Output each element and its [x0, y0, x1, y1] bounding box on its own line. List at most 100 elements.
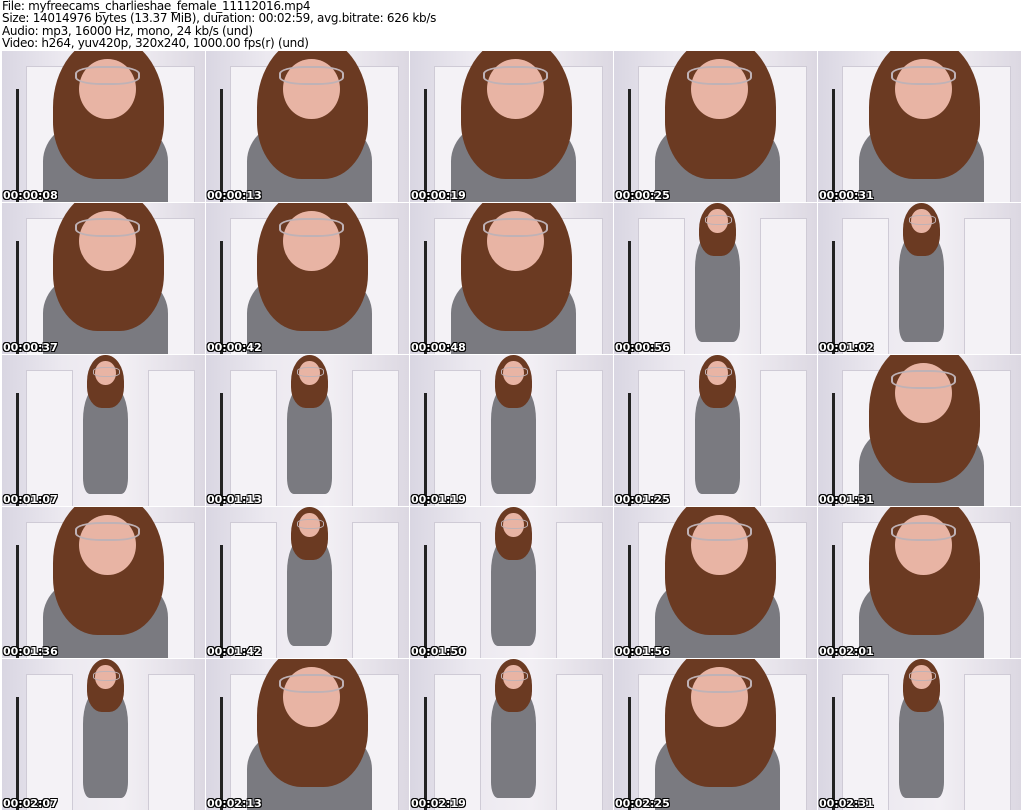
- video-thumbnail: 00:01:50: [410, 507, 613, 658]
- video-thumbnail: 00:00:08: [2, 51, 205, 202]
- timestamp: 00:02:19: [411, 797, 466, 810]
- video-thumbnail: 00:01:13: [206, 355, 409, 506]
- glasses: [75, 218, 140, 238]
- video-thumbnail: 00:00:56: [614, 203, 817, 354]
- timestamp: 00:00:56: [615, 341, 670, 354]
- lamp: [424, 88, 428, 202]
- glasses: [501, 671, 528, 681]
- lamp: [628, 544, 632, 658]
- door: [230, 522, 278, 658]
- video-thumbnail: 00:01:25: [614, 355, 817, 506]
- video-thumbnail: 00:01:42: [206, 507, 409, 658]
- lamp: [220, 240, 224, 354]
- glasses: [705, 367, 732, 377]
- glasses: [297, 519, 324, 529]
- door: [638, 370, 686, 506]
- timestamp: 00:01:13: [207, 493, 262, 506]
- timestamp: 00:02:25: [615, 797, 670, 810]
- timestamp: 00:00:13: [207, 189, 262, 202]
- door: [434, 674, 482, 810]
- door: [760, 370, 807, 506]
- door: [148, 674, 195, 810]
- lamp: [832, 696, 836, 810]
- video-thumbnail: 00:00:42: [206, 203, 409, 354]
- glasses: [279, 674, 344, 694]
- timestamp: 00:00:48: [411, 341, 466, 354]
- timestamp: 00:00:31: [819, 189, 874, 202]
- file-info-header: File: myfreecams_charlieshae_female_1111…: [2, 0, 436, 49]
- lamp: [832, 240, 836, 354]
- door: [964, 218, 1011, 354]
- video-thumbnail: 00:00:19: [410, 51, 613, 202]
- timestamp: 00:00:08: [3, 189, 58, 202]
- timestamp: 00:02:31: [819, 797, 874, 810]
- glasses: [75, 66, 140, 86]
- lamp: [628, 88, 632, 202]
- lamp: [16, 240, 20, 354]
- lamp: [16, 392, 20, 506]
- timestamp: 00:01:07: [3, 493, 58, 506]
- door: [638, 218, 686, 354]
- glasses: [501, 367, 528, 377]
- timestamp: 00:01:50: [411, 645, 466, 658]
- timestamp: 00:00:25: [615, 189, 670, 202]
- lamp: [220, 696, 224, 810]
- lamp: [832, 544, 836, 658]
- video-thumbnail: 00:01:36: [2, 507, 205, 658]
- lamp: [220, 392, 224, 506]
- lamp: [628, 392, 632, 506]
- door: [148, 370, 195, 506]
- glasses: [93, 367, 120, 377]
- video-thumbnail: 00:00:25: [614, 51, 817, 202]
- timestamp: 00:01:19: [411, 493, 466, 506]
- lamp: [16, 88, 20, 202]
- glasses: [891, 522, 956, 542]
- lamp: [424, 696, 428, 810]
- timestamp: 00:01:36: [3, 645, 58, 658]
- video-thumbnail: 00:00:31: [818, 51, 1021, 202]
- timestamp: 00:01:31: [819, 493, 874, 506]
- video-thumbnail: 00:01:07: [2, 355, 205, 506]
- video-thumbnail: 00:00:37: [2, 203, 205, 354]
- lamp: [628, 696, 632, 810]
- lamp: [220, 544, 224, 658]
- timestamp: 00:01:42: [207, 645, 262, 658]
- glasses: [279, 218, 344, 238]
- glasses: [705, 215, 732, 225]
- file-size-info: Size: 14014976 bytes (13.37 MiB), durati…: [2, 11, 437, 26]
- lamp: [220, 88, 224, 202]
- lamp: [832, 392, 836, 506]
- door: [434, 370, 482, 506]
- timestamp: 00:00:19: [411, 189, 466, 202]
- lamp: [424, 392, 428, 506]
- door: [842, 674, 890, 810]
- door: [434, 522, 482, 658]
- lamp: [628, 240, 632, 354]
- glasses: [297, 367, 324, 377]
- door: [556, 370, 603, 506]
- glasses: [687, 66, 752, 86]
- timestamp: 00:01:56: [615, 645, 670, 658]
- lamp: [424, 544, 428, 658]
- video-thumbnail: 00:01:02: [818, 203, 1021, 354]
- glasses: [483, 66, 548, 86]
- glasses: [909, 671, 936, 681]
- glasses: [891, 370, 956, 390]
- door: [352, 522, 399, 658]
- video-info: Video: h264, yuv420p, 320x240, 1000.00 f…: [2, 35, 309, 50]
- video-thumbnail: 00:01:31: [818, 355, 1021, 506]
- timestamp: 00:02:13: [207, 797, 262, 810]
- video-thumbnail: 00:02:01: [818, 507, 1021, 658]
- lamp: [16, 544, 20, 658]
- timestamp: 00:02:01: [819, 645, 874, 658]
- thumbnail-grid: 00:00:08 00:00:13 00:00:19 00:00:25 00:00:31…: [2, 51, 1021, 810]
- glasses: [687, 674, 752, 694]
- timestamp: 00:02:07: [3, 797, 58, 810]
- video-thumbnail: 00:02:19: [410, 659, 613, 810]
- door: [556, 674, 603, 810]
- timestamp: 00:01:25: [615, 493, 670, 506]
- video-thumbnail: 00:00:13: [206, 51, 409, 202]
- glasses: [501, 519, 528, 529]
- door: [842, 218, 890, 354]
- video-thumbnail: 00:02:25: [614, 659, 817, 810]
